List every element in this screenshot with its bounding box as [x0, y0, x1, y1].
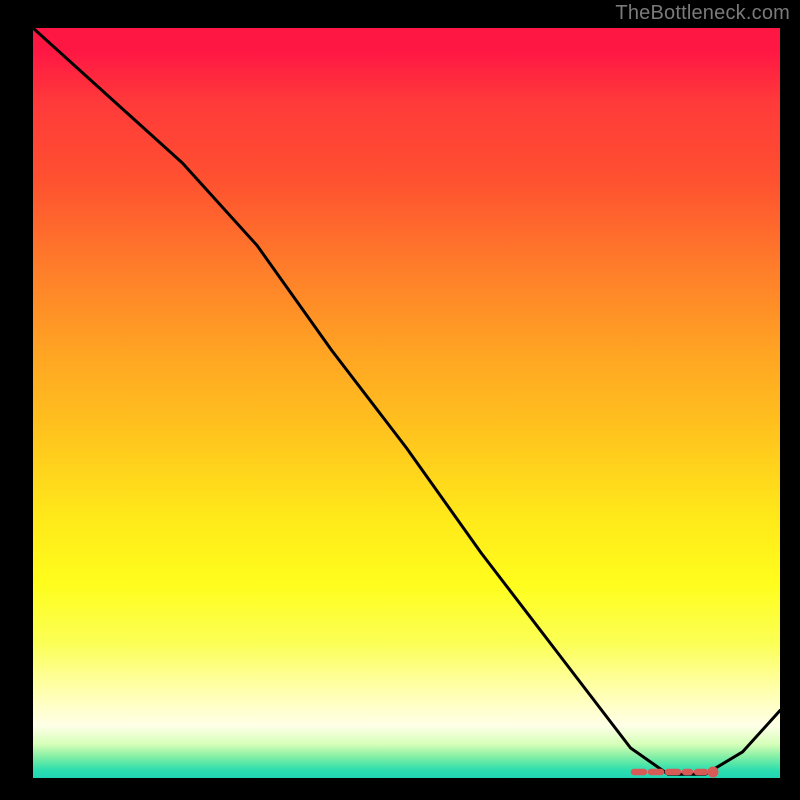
curve-overlay	[33, 28, 780, 778]
data-curve	[33, 28, 780, 774]
chart-frame: TheBottleneck.com	[0, 0, 800, 800]
plot-area	[33, 28, 780, 778]
attribution-text: TheBottleneck.com	[615, 2, 790, 25]
